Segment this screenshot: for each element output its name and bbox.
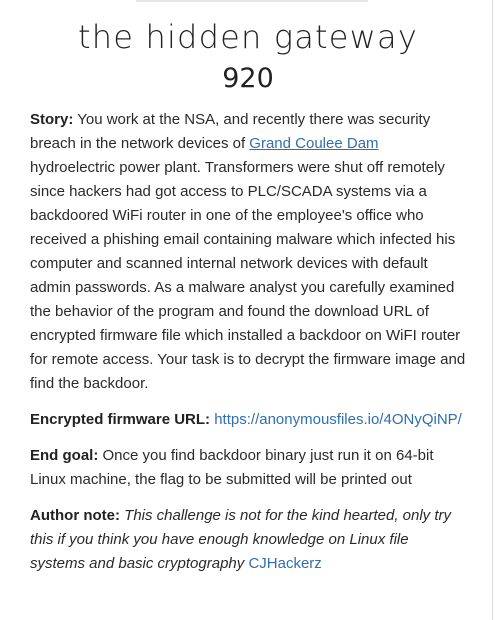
story-text-after: hydroelectric power plant. Transformers … — [30, 159, 466, 392]
goal-paragraph: End goal: Once you find backdoor binary … — [30, 444, 466, 492]
challenge-panel: the hidden gateway 920 Story: You work a… — [0, 0, 493, 620]
author-note-paragraph: Author note: This challenge is not for t… — [30, 504, 466, 576]
story-label: Story: — [30, 111, 74, 128]
divider — [136, 0, 368, 2]
story-paragraph: Story: You work at the NSA, and recently… — [30, 108, 466, 396]
challenge-points: 920 — [222, 63, 274, 94]
challenge-title: the hidden gateway — [78, 18, 418, 56]
firmware-url-link[interactable]: https://anonymousfiles.io/4ONyQiNP/ — [214, 411, 462, 428]
firmware-label: Encrypted firmware URL: — [30, 411, 211, 428]
goal-label: End goal: — [30, 447, 99, 464]
author-note-label: Author note: — [30, 507, 120, 524]
firmware-paragraph: Encrypted firmware URL: https://anonymou… — [30, 408, 466, 432]
grand-coulee-dam-link[interactable]: Grand Coulee Dam — [249, 135, 378, 152]
author-link[interactable]: CJHackerz — [248, 555, 321, 572]
challenge-description: Story: You work at the NSA, and recently… — [30, 108, 466, 588]
